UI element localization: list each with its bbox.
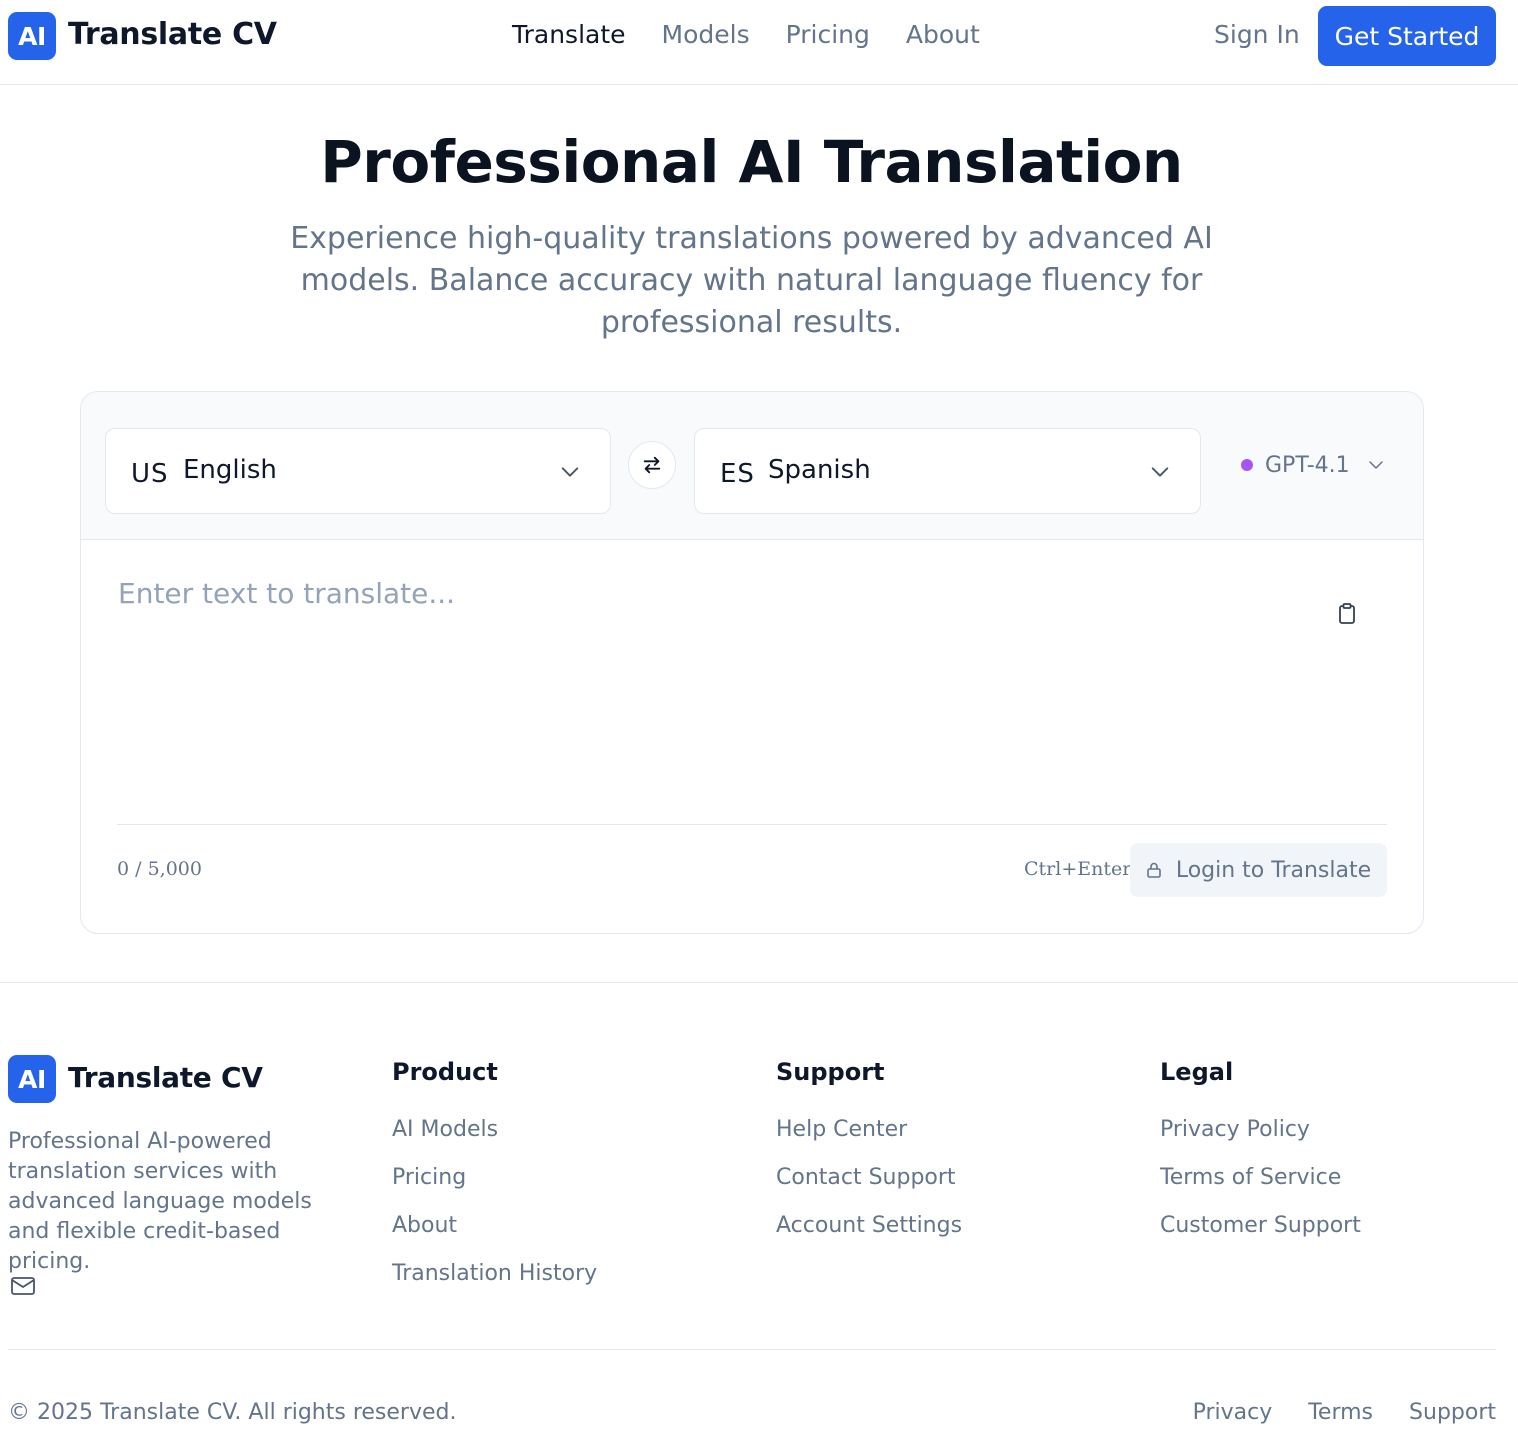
footer-bottom-links: Privacy Terms Support [1193,1400,1496,1425]
source-language-name: English [183,455,277,485]
footer-column-title: Support [776,1058,885,1086]
bottom-link-support[interactable]: Support [1409,1400,1496,1425]
logo-text[interactable]: Translate CV [68,17,277,52]
copyright-text: © 2025 Translate CV. All rights reserved… [8,1400,457,1425]
footer-link-ai-models[interactable]: AI Models [392,1106,597,1154]
swap-languages-button[interactable] [628,441,676,489]
footer-column-product: Product AI Models Pricing About Translat… [392,1058,597,1298]
footer-column-title: Product [392,1058,498,1086]
footer-link-translation-history[interactable]: Translation History [392,1250,597,1298]
translator-card: US English ES Spanish GPT-4.1 0 / 5,000 … [80,391,1424,934]
mail-icon[interactable] [10,1275,36,1297]
get-started-button[interactable]: Get Started [1318,6,1496,66]
nav-pricing[interactable]: Pricing [786,20,870,49]
footer-column-legal: Legal Privacy Policy Terms of Service Cu… [1160,1058,1361,1250]
nav-translate[interactable]: Translate [512,20,626,49]
language-bar: US English ES Spanish GPT-4.1 [81,392,1423,540]
input-divider [117,824,1387,825]
chevron-down-icon [1151,467,1169,477]
target-language-name: Spanish [768,455,871,485]
chevron-down-icon [561,467,579,477]
footer-link-privacy-policy[interactable]: Privacy Policy [1160,1106,1361,1154]
page-title: Professional AI Translation [320,128,1183,196]
page-subtitle: Experience high-quality translations pow… [290,221,1213,340]
footer-link-account-settings[interactable]: Account Settings [776,1202,962,1250]
sign-in-link[interactable]: Sign In [1214,20,1300,49]
swap-arrows-icon [643,456,661,474]
source-text-input[interactable] [118,577,1308,667]
footer-logo-text[interactable]: Translate CV [68,1061,263,1094]
target-language-code: ES [720,459,755,489]
bottom-link-terms[interactable]: Terms [1308,1400,1373,1425]
footer-link-terms-of-service[interactable]: Terms of Service [1160,1154,1361,1202]
footer-column-title: Legal [1160,1058,1234,1086]
footer-column-support: Support Help Center Contact Support Acco… [776,1058,962,1250]
bottom-link-privacy[interactable]: Privacy [1193,1400,1273,1425]
character-count: 0 / 5,000 [117,858,202,880]
keyboard-shortcut-hint: Ctrl+Enter [1024,858,1132,880]
footer-link-pricing[interactable]: Pricing [392,1154,597,1202]
lock-icon [1147,862,1161,878]
footer-bottom-divider [8,1349,1496,1350]
footer-link-help-center[interactable]: Help Center [776,1106,962,1154]
logo-badge[interactable]: AI [8,12,56,60]
nav-models[interactable]: Models [662,20,750,49]
chevron-down-icon [1368,461,1383,469]
target-language-select[interactable]: ES Spanish [694,428,1201,514]
source-language-select[interactable]: US English [105,428,611,514]
model-name: GPT-4.1 [1265,452,1350,478]
footer-link-about[interactable]: About [392,1202,597,1250]
main-nav: Translate Models Pricing About [512,20,980,49]
model-status-dot [1241,459,1253,471]
footer-link-contact-support[interactable]: Contact Support [776,1154,962,1202]
site-header: AI Translate CV Translate Models Pricing… [0,0,1518,85]
login-button-label: Login to Translate [1175,857,1372,883]
footer-link-customer-support[interactable]: Customer Support [1160,1202,1361,1250]
footer-divider [0,982,1518,983]
footer-description: Professional AI-powered translation serv… [8,1129,312,1274]
model-select[interactable]: GPT-4.1 [1241,450,1386,480]
clipboard-icon[interactable] [1336,602,1358,626]
source-language-code: US [131,459,169,489]
footer-logo-badge[interactable]: AI [8,1055,56,1103]
nav-about[interactable]: About [906,20,980,49]
login-to-translate-button[interactable]: Login to Translate [1130,843,1387,897]
